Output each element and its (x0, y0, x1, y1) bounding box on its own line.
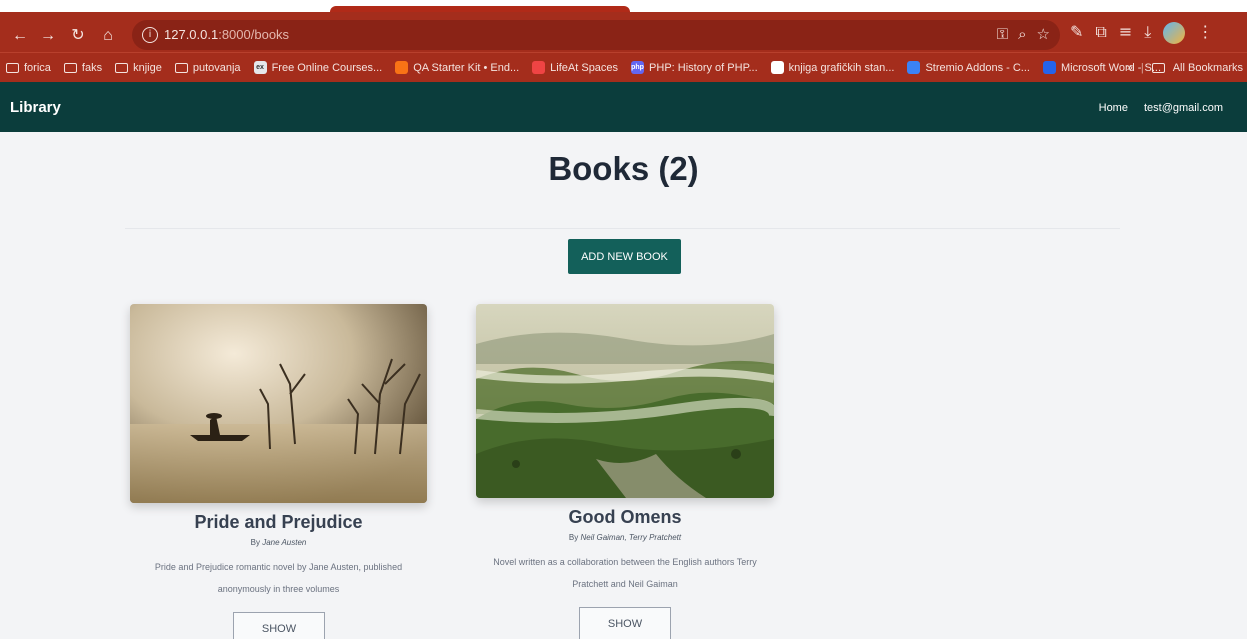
bookmark-item[interactable]: Stremio Addons - C... (907, 61, 1030, 74)
book-description: Novel written as a collaboration between… (493, 557, 757, 589)
app-header: Library Home test@gmail.com (0, 82, 1247, 132)
bookmark-label: knjige (133, 61, 162, 74)
bookmark-label: Free Online Courses... (271, 61, 383, 74)
bookmark-item[interactable]: php PHP: History of PHP... (631, 61, 758, 74)
show-book-button[interactable]: SHOW (579, 607, 671, 639)
site-favicon-icon (770, 61, 784, 74)
address-bar[interactable]: i 127.0.0.1:8000/books ⚿ ⌕ ☆ (132, 20, 1060, 50)
site-favicon-icon (1042, 61, 1056, 74)
profile-avatar[interactable] (1163, 22, 1186, 44)
key-icon[interactable]: ⚿ (997, 25, 1008, 43)
bookmark-item[interactable]: ex Free Online Courses... (253, 61, 383, 74)
menu-kebab-icon[interactable]: ⋮ (1197, 22, 1213, 44)
bookmarks-overflow-icon[interactable]: » (1127, 62, 1133, 74)
nav-user-link[interactable]: test@gmail.com (1144, 102, 1223, 114)
bookmark-label: QA Starter Kit • End... (413, 61, 520, 74)
site-favicon-icon: ex (253, 61, 267, 74)
book-cover-image[interactable] (476, 304, 774, 498)
book-title: Pride and Prejudice (194, 512, 363, 532)
site-favicon-icon: php (631, 61, 645, 74)
bookmark-label: forica (24, 61, 51, 74)
forward-arrow-icon[interactable]: → (36, 24, 60, 48)
page-title: Books (2) (548, 150, 699, 187)
bookmark-label: knjiga grafičkih stan... (788, 61, 895, 74)
all-bookmarks-button[interactable]: All Bookmarks (1173, 62, 1243, 74)
divider (125, 228, 1120, 229)
show-book-button[interactable]: SHOW (233, 612, 325, 639)
extensions-icon[interactable]: ⧉ (1095, 22, 1106, 44)
pen-extension-icon[interactable]: ✎ (1070, 22, 1083, 44)
folder-icon (6, 62, 19, 73)
book-cover-image[interactable] (130, 304, 427, 503)
bookmarks-bar: forica faks knjige putovanja ex Free Online C… (0, 52, 1247, 82)
site-favicon-icon (395, 61, 409, 74)
add-new-book-button[interactable]: ADD NEW BOOK (568, 239, 681, 274)
star-icon[interactable]: ☆ (1037, 25, 1050, 43)
bookmark-item[interactable]: knjiga grafičkih stan... (770, 61, 895, 74)
bookmark-label: putovanja (192, 61, 241, 74)
folder-icon (1151, 63, 1165, 73)
home-icon[interactable]: ⌂ (96, 24, 120, 48)
site-favicon-icon (907, 61, 921, 74)
book-author: By Neil Gaiman, Terry Pratchett (568, 533, 682, 542)
bookmark-item[interactable]: faks (63, 61, 103, 74)
book-author: By Jane Austen (250, 538, 307, 547)
bookmark-item[interactable]: LifeAt Spaces (532, 61, 618, 74)
site-info-icon[interactable]: i (142, 27, 158, 43)
book-description: Pride and Prejudice romantic novel by Ja… (154, 562, 403, 594)
bookmark-item[interactable]: putovanja (174, 61, 241, 74)
tab-strip (0, 0, 1247, 12)
bookmark-label: Stremio Addons - C... (925, 61, 1030, 74)
reload-icon[interactable]: ↻ (66, 24, 90, 48)
bookmark-item[interactable]: knjige (115, 62, 162, 74)
folder-icon (115, 62, 129, 73)
site-favicon-icon (532, 61, 546, 74)
reading-list-icon[interactable]: ≡ (1119, 22, 1132, 44)
bookmark-label: faks (81, 61, 103, 74)
book-title: Good Omens (568, 507, 682, 527)
folder-icon (63, 62, 77, 73)
back-arrow-icon[interactable]: ← (8, 24, 32, 48)
download-icon[interactable]: ⤓ (1144, 22, 1151, 44)
zoom-icon[interactable]: ⌕ (1018, 25, 1026, 43)
bookmark-item[interactable]: forica (6, 62, 51, 74)
nav-home-link[interactable]: Home (1099, 102, 1128, 114)
bookmark-label: PHP: History of PHP... (649, 61, 758, 74)
bookmark-label: LifeAt Spaces (550, 61, 619, 74)
folder-icon (174, 62, 188, 73)
url-text[interactable]: 127.0.0.1:8000/books (164, 27, 289, 42)
bookmark-item[interactable]: QA Starter Kit • End... (395, 61, 519, 74)
brand-logo[interactable]: Library (10, 99, 61, 116)
